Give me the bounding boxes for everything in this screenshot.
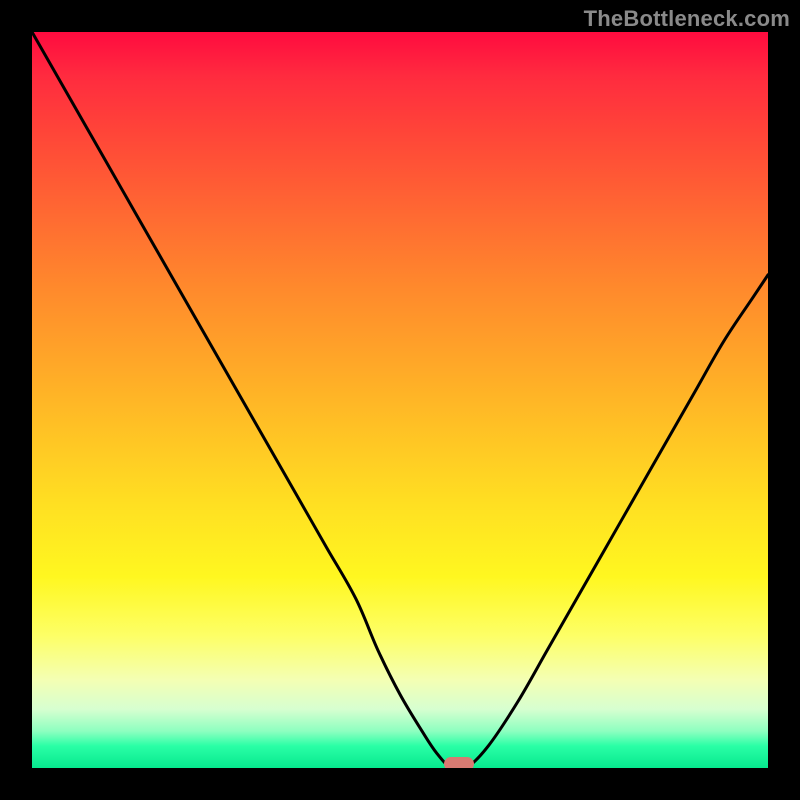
bottleneck-curve	[32, 32, 768, 768]
watermark-text: TheBottleneck.com	[584, 6, 790, 32]
plot-area	[32, 32, 768, 768]
optimum-marker	[444, 757, 474, 768]
chart-frame: TheBottleneck.com	[0, 0, 800, 800]
